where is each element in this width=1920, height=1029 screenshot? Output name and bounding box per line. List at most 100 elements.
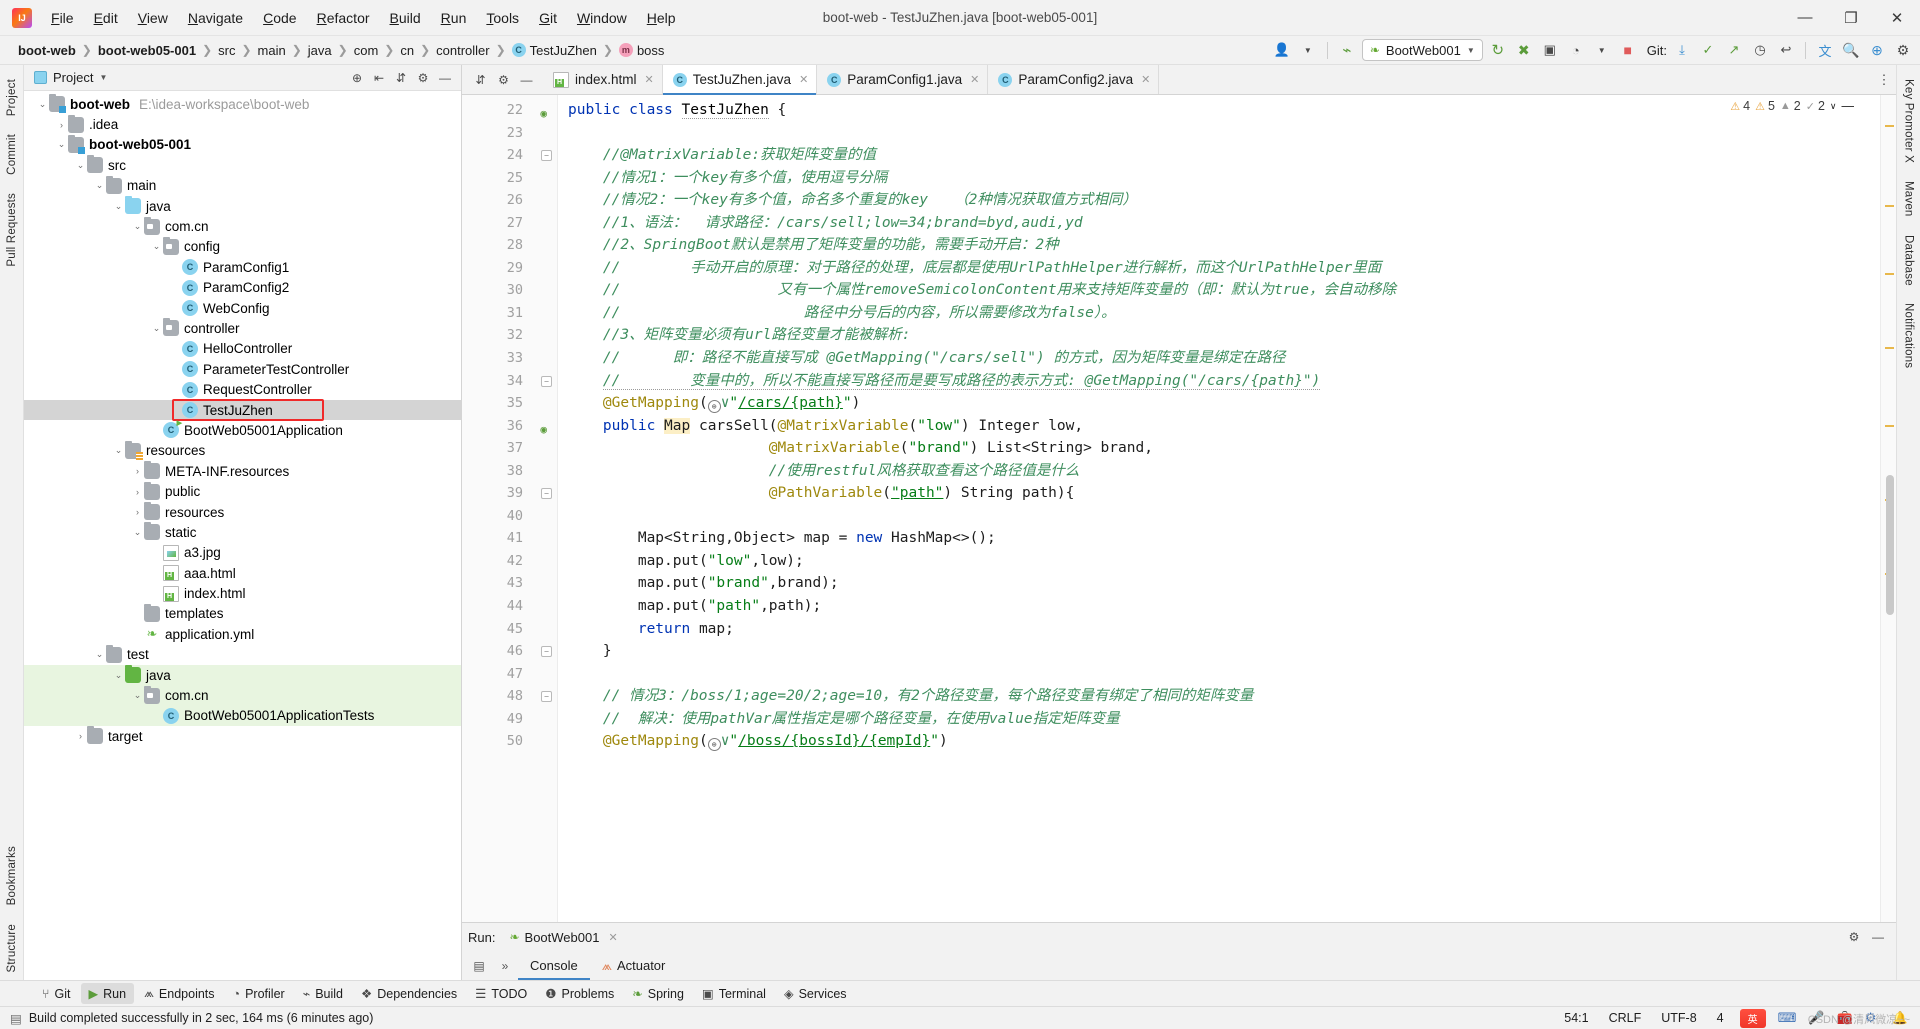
tree-node-resources[interactable]: ⌄ resources — [24, 440, 461, 461]
tab-console[interactable]: Console — [518, 951, 590, 980]
line-separator[interactable]: CRLF — [1605, 1010, 1646, 1026]
tool-window-button-build[interactable]: ⌁ Build — [295, 983, 351, 1004]
breadcrumb-item-cn[interactable]: cn — [396, 41, 418, 60]
collapse-all-icon[interactable]: ⇤ — [369, 68, 389, 88]
file-encoding[interactable]: UTF-8 — [1657, 1010, 1700, 1026]
code-line-22[interactable]: public class TestJuZhen { — [558, 99, 1880, 122]
tree-node-java[interactable]: ⌄ java — [24, 664, 461, 686]
hide-icon[interactable]: — — [1842, 99, 1855, 113]
tree-node-com-cn[interactable]: ⌄ com.cn — [24, 685, 461, 706]
menu-item-code[interactable]: Code — [254, 6, 305, 30]
tool-window-button-spring[interactable]: ❧ Spring — [624, 983, 692, 1004]
code-line-47[interactable] — [558, 663, 1880, 686]
gutter-line-38[interactable]: 38 — [462, 460, 557, 483]
history-icon[interactable]: ◷ — [1749, 39, 1771, 61]
translate-icon[interactable]: 文 — [1814, 39, 1836, 61]
chevron-right-icon[interactable]: › — [131, 487, 144, 497]
gutter-line-29[interactable]: 29 — [462, 257, 557, 280]
chevron-down-icon[interactable]: ⌄ — [93, 649, 106, 660]
settings-icon[interactable]: ⚙ — [1844, 927, 1864, 947]
code-line-45[interactable]: return map; — [558, 618, 1880, 641]
code-line-26[interactable]: //情况2：一个key有多个值，命名多个重复的key （2种情况获取值方式相同） — [558, 189, 1880, 212]
code-line-38[interactable]: //使用restful风格获取查看这个路径值是什么 — [558, 460, 1880, 483]
chevron-right-icon[interactable]: › — [55, 120, 68, 130]
breadcrumb-item-controller[interactable]: controller — [432, 41, 493, 60]
gutter-line-50[interactable]: 50 — [462, 730, 557, 753]
code-line-46[interactable]: } — [558, 640, 1880, 663]
tree-node-testjuzhen[interactable]: C TestJuZhen — [24, 399, 461, 421]
git-push-icon[interactable]: ↗ — [1723, 39, 1745, 61]
chevron-down-icon[interactable]: ⌄ — [36, 99, 49, 110]
tree-node-com-cn[interactable]: ⌄ com.cn — [24, 216, 461, 236]
code-line-40[interactable] — [558, 505, 1880, 528]
chevron-down-icon[interactable]: ⌄ — [112, 201, 125, 212]
gutter-line-24[interactable]: 24− — [462, 144, 557, 167]
tree-node-main[interactable]: ⌄ main — [24, 175, 461, 196]
gutter-line-28[interactable]: 28 — [462, 234, 557, 257]
sidebar-item-project[interactable]: Project — [2, 71, 22, 124]
menu-item-git[interactable]: Git — [530, 6, 566, 30]
gutter-line-23[interactable]: 23 — [462, 122, 557, 145]
rerun-icon[interactable]: ↻ — [1487, 39, 1509, 61]
gutter-line-47[interactable]: 47 — [462, 663, 557, 686]
tree-node-bootweb05001application[interactable]: CBootWeb05001Application — [24, 419, 461, 440]
chevron-down-icon[interactable]: ⌄ — [112, 445, 125, 456]
tree-node-target[interactable]: › target — [24, 726, 461, 746]
tree-node-bootweb05001applicationtests[interactable]: C BootWeb05001ApplicationTests — [24, 705, 461, 727]
tree-node-boot-web[interactable]: ⌄ boot-web E:\idea-workspace\boot-web — [24, 94, 461, 114]
tree-node-boot-web05-001[interactable]: ⌄ boot-web05-001 — [24, 134, 461, 155]
tool-window-button-terminal[interactable]: ▣ Terminal — [694, 983, 774, 1004]
project-tree[interactable]: ⌄ boot-web E:\idea-workspace\boot-web › .ide… — [24, 91, 461, 980]
chevron-down-icon[interactable]: ⌄ — [131, 527, 144, 538]
hide-icon[interactable]: — — [1868, 927, 1888, 947]
tool-window-button-problems[interactable]: ❶ Problems — [537, 983, 622, 1004]
tree-node-meta-inf-resources[interactable]: › META-INF.resources — [24, 461, 461, 481]
chevron-down-icon[interactable]: ▼ — [99, 73, 107, 82]
gutter-line-36[interactable]: 36 ◉ — [462, 415, 557, 438]
sidebar-item-key-promoter-x[interactable]: Key Promoter X — [1899, 71, 1919, 171]
code-line-32[interactable]: //3、矩阵变量必须有url路径变量才能被解析: — [558, 324, 1880, 347]
code-line-23[interactable] — [558, 122, 1880, 145]
code-fold-icon[interactable]: − — [541, 488, 552, 500]
breadcrumb[interactable]: boot-web ❯ boot-web05-001 ❯ src ❯ main ❯ java ❯ co… — [14, 41, 668, 60]
chevron-down-icon[interactable]: ⌄ — [150, 241, 163, 252]
menu-item-file[interactable]: File — [42, 6, 83, 30]
breadcrumb-item-src[interactable]: src — [214, 41, 239, 60]
code-content[interactable]: ⚠ 4 ⚠ 5 ▲ 2 ✓ 2 ∨ — public class TestJuZ… — [558, 95, 1880, 922]
close-icon[interactable]: ✕ — [970, 73, 979, 86]
minimize-button[interactable]: — — [1782, 0, 1828, 36]
git-update-icon[interactable]: ⤓ — [1671, 39, 1693, 61]
debug-icon[interactable]: ✖ — [1513, 39, 1535, 61]
tree-node-parametertestcontroller[interactable]: C ParameterTestController — [24, 359, 461, 379]
editor-gutter[interactable]: 22 ◉ 23 24−25 26 27 28 29 30 31 32 33 34−35 36 ◉ 37 38 39… — [462, 95, 558, 922]
gutter-line-22[interactable]: 22 ◉ — [462, 99, 557, 122]
plugin-icon[interactable]: ⊕ — [1866, 39, 1888, 61]
profiler-icon[interactable]: ◔ — [1565, 39, 1587, 61]
breadcrumb-item-com[interactable]: com — [350, 41, 383, 60]
stop-icon[interactable]: ■ — [1617, 39, 1639, 61]
close-icon[interactable]: ✕ — [1141, 73, 1150, 86]
chevron-right-icon[interactable]: › — [74, 731, 87, 741]
close-icon[interactable]: ✕ — [799, 73, 808, 86]
editor-tab-index-html[interactable]: index.html ✕ — [543, 65, 663, 94]
gutter-line-30[interactable]: 30 — [462, 279, 557, 302]
rollback-icon[interactable]: ↩ — [1775, 39, 1797, 61]
code-line-24[interactable]: //@MatrixVariable:获取矩阵变量的值 — [558, 144, 1880, 167]
tree-node-requestcontroller[interactable]: C RequestController — [24, 379, 461, 399]
code-line-29[interactable]: // 手动开启的原理：对于路径的处理，底层都是使用UrlPathHelper进行… — [558, 257, 1880, 280]
menu-item-refactor[interactable]: Refactor — [308, 6, 379, 30]
gutter-line-33[interactable]: 33 — [462, 347, 557, 370]
inspection-scrollbar[interactable] — [1880, 95, 1896, 922]
close-button[interactable]: ✕ — [1874, 0, 1920, 36]
settings-icon[interactable]: ⚙ — [493, 69, 514, 90]
gutter-line-34[interactable]: 34− — [462, 370, 557, 393]
chevron-down-icon[interactable]: ⌄ — [93, 180, 106, 191]
chevron-down-icon[interactable]: ⌄ — [131, 221, 144, 232]
main-menu[interactable]: File Edit View Navigate Code Refactor Build Run… — [42, 6, 685, 30]
tree-node-paramconfig2[interactable]: C ParamConfig2 — [24, 278, 461, 298]
tool-window-button-git[interactable]: ⑂ Git — [34, 984, 79, 1004]
tree-node-index-html[interactable]: index.html — [24, 583, 461, 603]
menu-item-navigate[interactable]: Navigate — [179, 6, 252, 30]
code-line-48[interactable]: // 情况3：/boss/1;age=20/2;age=10，有2个路径变量，每… — [558, 685, 1880, 708]
menu-item-help[interactable]: Help — [638, 6, 685, 30]
